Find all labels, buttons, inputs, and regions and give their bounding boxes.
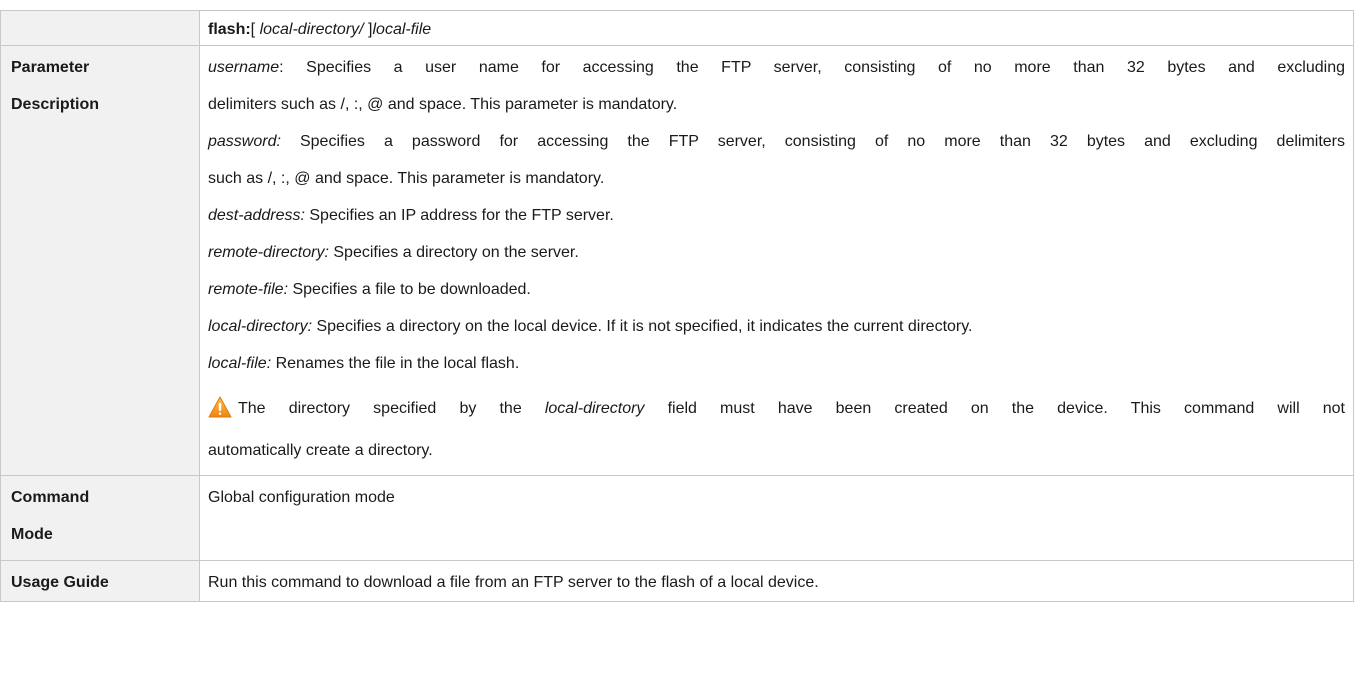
warning-line1: The directory specified by the local-dir… bbox=[208, 390, 1345, 432]
parameter-description-label: Parameter Description bbox=[1, 46, 199, 123]
param-text: Renames the file in the local flash. bbox=[271, 355, 520, 372]
param-text: Specifies an IP address for the FTP serv… bbox=[304, 207, 614, 224]
warning-triangle-icon bbox=[208, 395, 232, 432]
usage-guide-value: Run this command to download a file from… bbox=[208, 574, 819, 591]
param-name: username bbox=[208, 59, 280, 76]
param-name: local-file: bbox=[208, 355, 272, 372]
syntax-row-label-cell bbox=[0, 10, 200, 46]
syntax-local-file: local-file bbox=[372, 21, 432, 38]
command-mode-label: Command Mode bbox=[1, 476, 199, 553]
warning-text-after: field must have been created on the devi… bbox=[644, 400, 1346, 417]
usage-guide-content: Run this command to download a file from… bbox=[199, 560, 1354, 602]
param-dest-address: dest-address: Specifies an IP address fo… bbox=[208, 197, 1345, 234]
param-name: remote-directory: bbox=[208, 244, 329, 261]
param-name: password: bbox=[208, 133, 281, 150]
param-text: Specifies a password for accessing the F… bbox=[280, 133, 1345, 150]
parameter-label-line2: Description bbox=[11, 96, 100, 113]
param-text: Specifies a user name for accessing the … bbox=[283, 59, 1345, 76]
command-mode-label-line1: Command bbox=[11, 489, 90, 506]
param-local-directory: local-directory: Specifies a directory o… bbox=[208, 308, 1345, 345]
param-text: Specifies a directory on the server. bbox=[328, 244, 579, 261]
command-reference-table: flash:[ local-directory/ ]local-file Par… bbox=[0, 10, 1354, 602]
param-username-line2: delimiters such as /, :, @ and space. Th… bbox=[208, 96, 678, 113]
parameter-description-label-cell: Parameter Description bbox=[0, 45, 200, 476]
warning-line2: automatically create a directory. bbox=[208, 442, 433, 459]
param-text: Specifies a directory on the local devic… bbox=[312, 318, 973, 335]
warning-text-before: The directory specified by the bbox=[238, 400, 545, 417]
param-name: dest-address: bbox=[208, 207, 305, 224]
command-mode-label-cell: Command Mode bbox=[0, 475, 200, 561]
param-remote-file: remote-file: Specifies a file to be down… bbox=[208, 271, 1345, 308]
parameter-list: username: Specifies a user name for acce… bbox=[200, 46, 1353, 475]
usage-guide-label: Usage Guide bbox=[11, 574, 109, 591]
param-name: remote-file: bbox=[208, 281, 289, 298]
parameter-description-row: Parameter Description username: Specifie… bbox=[0, 45, 1354, 476]
syntax-text: flash:[ local-directory/ ]local-file bbox=[200, 11, 1353, 45]
syntax-open-bracket: [ bbox=[250, 21, 260, 38]
warning-field: local-directory bbox=[544, 400, 645, 417]
syntax-local-directory: local-directory/ bbox=[259, 21, 364, 38]
syntax-row: flash:[ local-directory/ ]local-file bbox=[0, 10, 1354, 46]
warning-note: The directory specified by the local-dir… bbox=[208, 390, 1345, 469]
usage-guide-row: Usage Guide Run this command to download… bbox=[0, 560, 1354, 602]
usage-guide-label-cell: Usage Guide bbox=[0, 560, 200, 602]
command-mode-row: Command Mode Global configuration mode bbox=[0, 475, 1354, 561]
param-local-file: local-file: Renames the file in the loca… bbox=[208, 345, 1345, 382]
parameter-description-content: username: Specifies a user name for acce… bbox=[199, 45, 1354, 476]
command-mode-label-line2: Mode bbox=[11, 526, 53, 543]
command-mode-content: Global configuration mode bbox=[199, 475, 1354, 561]
param-password-line2: such as /, :, @ and space. This paramete… bbox=[208, 170, 605, 187]
param-name: local-directory: bbox=[208, 318, 313, 335]
param-text: Specifies a file to be downloaded. bbox=[288, 281, 531, 298]
syntax-flash-prefix: flash: bbox=[208, 21, 251, 38]
command-mode-value: Global configuration mode bbox=[208, 489, 395, 506]
param-remote-directory: remote-directory: Specifies a directory … bbox=[208, 234, 1345, 271]
parameter-label-line1: Parameter bbox=[11, 59, 90, 76]
param-username-line1: username: Specifies a user name for acce… bbox=[208, 49, 1345, 86]
param-password-line1: password: Specifies a password for acces… bbox=[208, 123, 1345, 160]
syntax-row-content: flash:[ local-directory/ ]local-file bbox=[199, 10, 1354, 46]
